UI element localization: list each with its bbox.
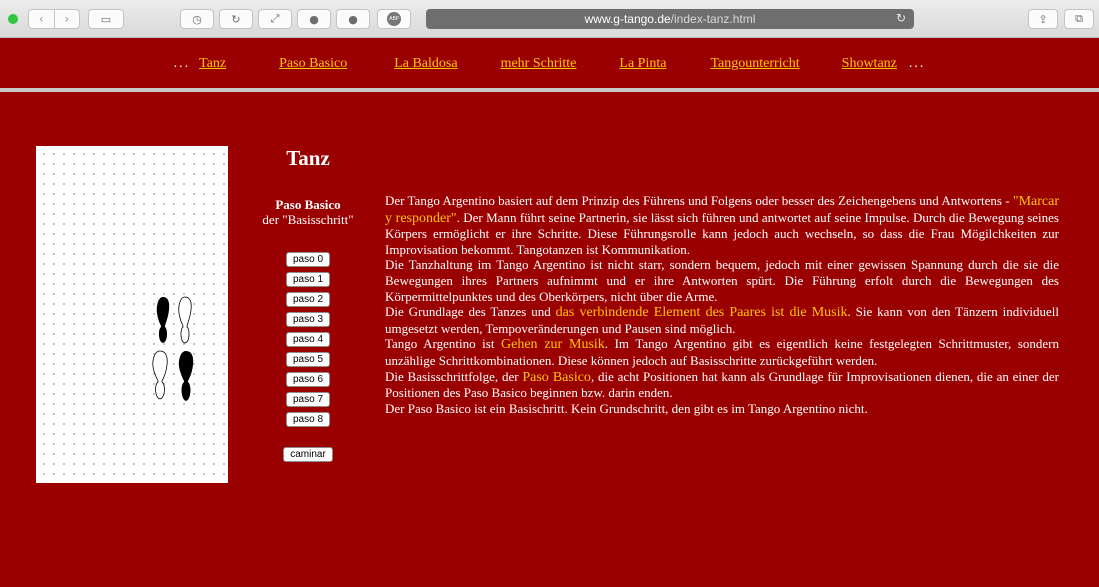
nav-link-tangounterricht[interactable]: Tangounterricht xyxy=(710,56,799,72)
nav-link-la-pinta[interactable]: La Pinta xyxy=(619,56,666,72)
url-path: /index-tanz.html xyxy=(670,12,756,26)
paragraph-6: Der Paso Basico ist ein Basischritt. Kei… xyxy=(385,400,868,416)
paso-4-button[interactable]: paso 4 xyxy=(286,332,330,347)
main-text: Der Tango Argentino basiert auf dem Prin… xyxy=(385,193,1059,416)
paso-0-button[interactable]: paso 0 xyxy=(286,252,330,267)
highlight-paso-basico: Paso Basico xyxy=(522,369,591,385)
highlight-gehen: Gehen zur Musik xyxy=(501,337,605,353)
paso-8-button[interactable]: paso 8 xyxy=(286,412,330,427)
forward-icon[interactable]: › xyxy=(53,10,80,28)
history-clock-icon[interactable]: ◷ xyxy=(180,9,214,29)
paragraph-4: Tango Argentino ist Gehen zur Musik. Im … xyxy=(385,336,1059,368)
paragraph-5: Die Basisschrittfolge, der Paso Basico, … xyxy=(385,369,1059,401)
step-controls: Tanz Paso Basico der "Basisschritt" paso… xyxy=(248,146,368,462)
history-buttons: ‹ › xyxy=(28,9,80,29)
section-subtitle-2: der "Basisschritt" xyxy=(262,212,354,227)
step-diagram xyxy=(36,146,228,483)
paso-1-button[interactable]: paso 1 xyxy=(286,272,330,287)
share-icon[interactable]: ⇪ xyxy=(1028,9,1058,29)
url-host: www.g-tango.de xyxy=(584,12,671,26)
paso-5-button[interactable]: paso 5 xyxy=(286,352,330,367)
paragraph-3: Die Grundlage des Tanzes und das verbind… xyxy=(385,304,1059,336)
resize-arrows-icon[interactable]: ⤢ xyxy=(258,9,292,29)
reload-toolbar-icon[interactable]: ↻ xyxy=(219,9,253,29)
nav-ellipsis-trail: ... xyxy=(908,55,926,71)
paso-6-button[interactable]: paso 6 xyxy=(286,372,330,387)
footprint-filled-upper-icon xyxy=(156,297,170,343)
footprint-filled-lower-icon xyxy=(178,351,194,401)
footprint-outline-upper-icon xyxy=(178,296,192,344)
nav-link-showtanz[interactable]: Showtanz xyxy=(842,56,897,72)
paragraph-2: Die Tanzhaltung im Tango Argentino ist n… xyxy=(385,257,1059,304)
paragraph-1-text-a: Der Tango Argentino basiert auf dem Prin… xyxy=(385,193,1013,208)
highlight-musik: das verbindende Element des Paares ist d… xyxy=(555,305,848,321)
back-icon[interactable]: ‹ xyxy=(29,10,54,28)
reload-icon[interactable]: ↻ xyxy=(896,11,906,25)
section-subtitle: Paso Basico xyxy=(275,197,341,212)
tabs-overview-icon[interactable]: ⧉ xyxy=(1064,9,1094,29)
adblock-icon[interactable]: ABP xyxy=(377,9,411,29)
paragraph-3-text-a: Die Grundlage des Tanzes und xyxy=(385,304,556,320)
page-title: Tanz xyxy=(286,146,330,170)
paragraph-5-text-a: Die Basisschrittfolge, der xyxy=(385,368,523,384)
nav-links: ... Tanz Paso Basico La Baldosa mehr Sch… xyxy=(174,56,926,72)
extension-2-icon[interactable]: ● xyxy=(336,9,370,29)
extension-1-icon[interactable]: ● xyxy=(297,9,331,29)
adblock-label: ABP xyxy=(387,12,401,26)
footprint-outline-lower-icon xyxy=(152,350,168,400)
nav-link-la-baldosa[interactable]: La Baldosa xyxy=(394,56,457,72)
caminar-button[interactable]: caminar xyxy=(283,447,333,462)
nav-link-tanz[interactable]: Tanz xyxy=(199,56,226,72)
paragraph-1-text-b: . Der Mann führt seine Partnerin, sie lä… xyxy=(385,209,1059,257)
nav-ellipsis-lead: ... xyxy=(173,55,191,71)
paragraph-1: Der Tango Argentino basiert auf dem Prin… xyxy=(385,193,1059,257)
nav-link-paso-basico[interactable]: Paso Basico xyxy=(279,56,347,72)
paso-2-button[interactable]: paso 2 xyxy=(286,292,330,307)
site-navigation: ... Tanz Paso Basico La Baldosa mehr Sch… xyxy=(0,39,1099,92)
nav-link-mehr-schritte[interactable]: mehr Schritte xyxy=(501,56,577,72)
paso-3-button[interactable]: paso 3 xyxy=(286,312,330,327)
browser-toolbar: ‹ › ▭ ◷ ↻ ⤢ ● ● ABP www.g-tango.de/index… xyxy=(0,0,1099,38)
address-bar[interactable]: www.g-tango.de/index-tanz.html ↻ xyxy=(426,9,914,29)
paso-7-button[interactable]: paso 7 xyxy=(286,392,330,407)
window-control-dot[interactable] xyxy=(8,14,18,24)
paragraph-4-text-a: Tango Argentino ist xyxy=(385,336,501,352)
sidebar-toggle-icon[interactable]: ▭ xyxy=(88,9,124,29)
